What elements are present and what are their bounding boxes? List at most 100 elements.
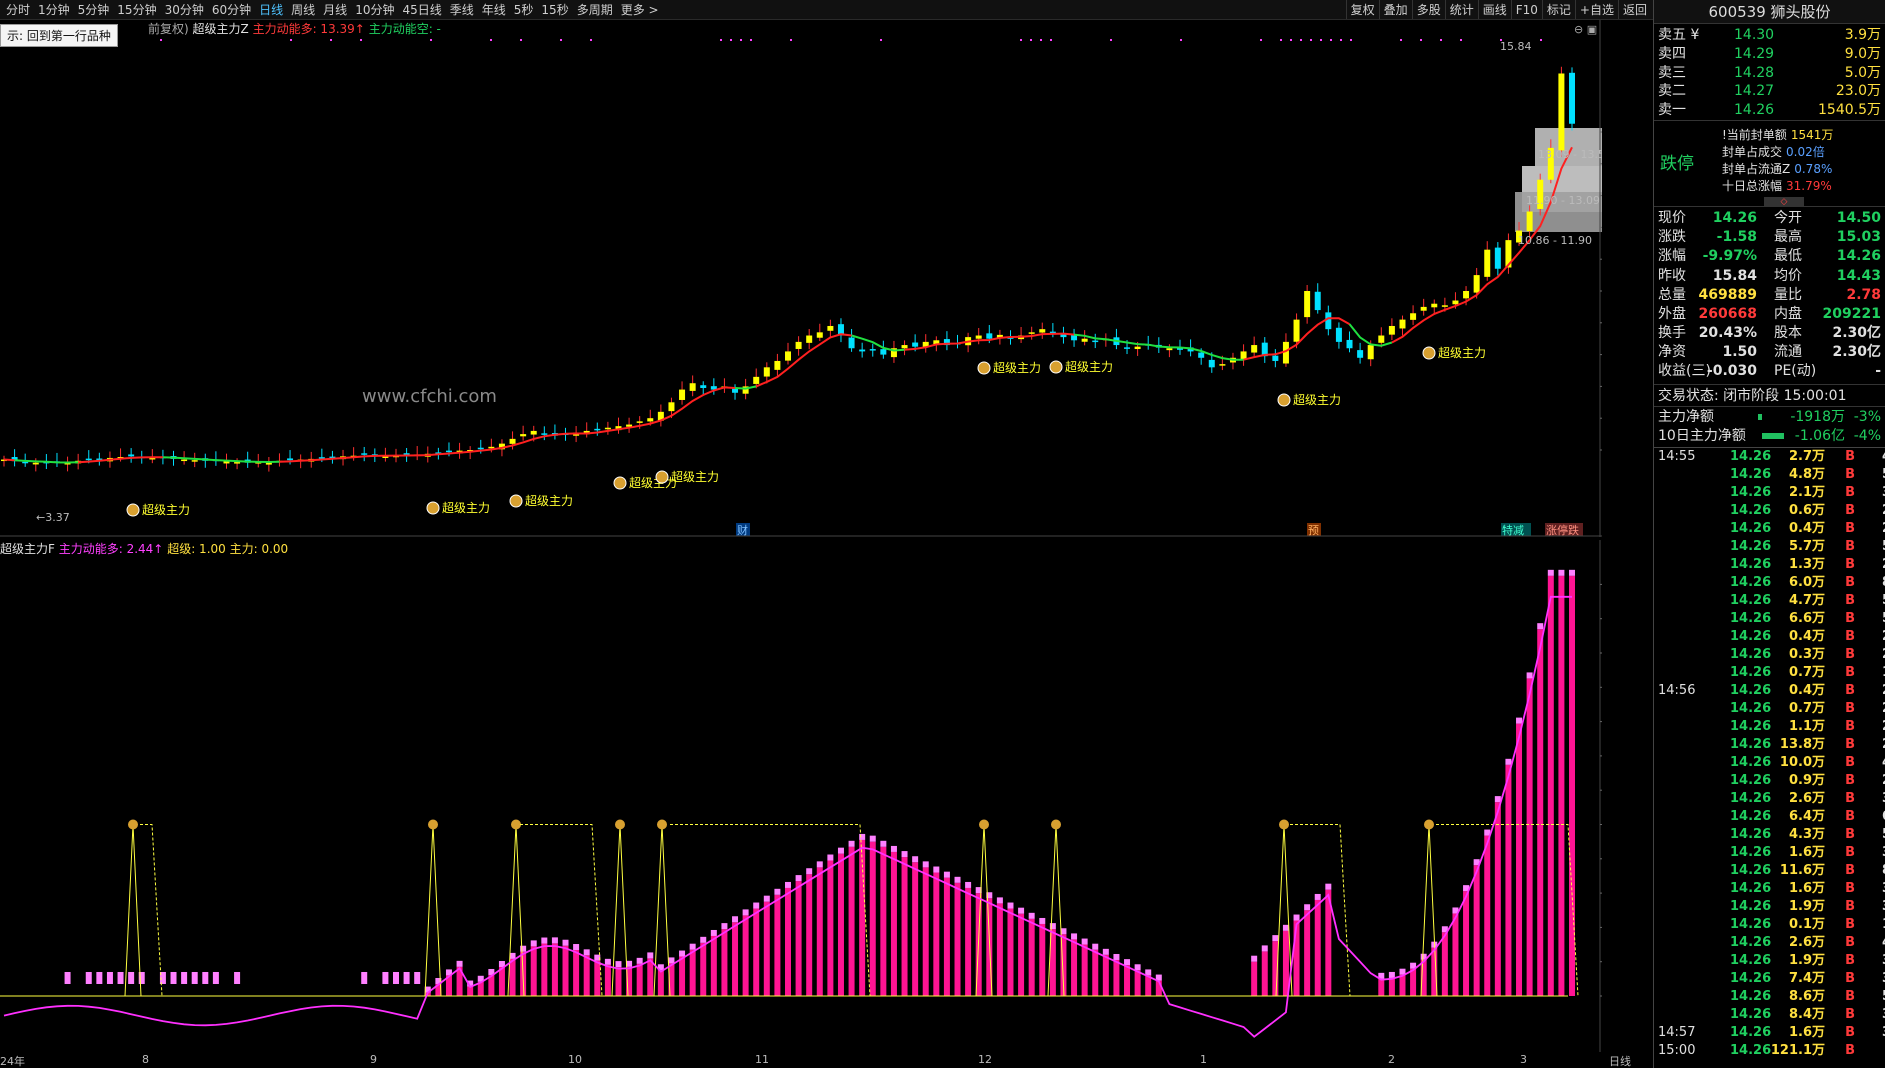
- momentum-bar[interactable]: [943, 877, 950, 996]
- tick-row[interactable]: 14.266.4万B6: [1658, 808, 1885, 826]
- candle[interactable]: [509, 438, 516, 444]
- candle[interactable]: [827, 325, 834, 331]
- candle[interactable]: [732, 388, 739, 393]
- period-tab[interactable]: 年线: [478, 0, 510, 19]
- candle[interactable]: [1314, 291, 1321, 311]
- momentum-bar[interactable]: [647, 958, 654, 996]
- momentum-bar[interactable]: [837, 853, 844, 996]
- period-tab[interactable]: 更多 >: [617, 0, 663, 19]
- candle[interactable]: [1198, 352, 1205, 358]
- candle[interactable]: [1441, 305, 1448, 307]
- stock-title[interactable]: 600539 狮头股份: [1654, 0, 1885, 24]
- candle[interactable]: [1367, 345, 1374, 360]
- tick-row[interactable]: 14.260.4万B2: [1658, 628, 1885, 646]
- indicator-name[interactable]: 超级主力F: [0, 542, 55, 556]
- tick-row[interactable]: 14.260.7万B2: [1658, 700, 1885, 718]
- tool-button[interactable]: F10: [1510, 0, 1542, 19]
- candle[interactable]: [880, 349, 887, 355]
- momentum-bar[interactable]: [530, 946, 537, 996]
- tick-row[interactable]: 14.260.3万B2: [1658, 646, 1885, 664]
- candle[interactable]: [1134, 346, 1141, 350]
- candle[interactable]: [679, 389, 686, 400]
- momentum-bar[interactable]: [657, 970, 664, 996]
- money-bag-icon[interactable]: [657, 819, 667, 830]
- tool-button[interactable]: +自选: [1574, 0, 1618, 19]
- momentum-bar[interactable]: [965, 887, 972, 996]
- momentum-bar[interactable]: [785, 887, 791, 996]
- tick-row[interactable]: 14.2611.6万B8: [1658, 862, 1885, 880]
- tick-row[interactable]: 14.266.0万B8: [1658, 574, 1885, 592]
- momentum-bar[interactable]: [1494, 802, 1501, 996]
- tick-row[interactable]: 14:5714.261.6万B3: [1658, 1024, 1885, 1042]
- candle[interactable]: [1081, 338, 1088, 342]
- price-chart[interactable]: 超级主力超级主力超级主力超级主力超级主力超级主力超级主力超级主力超级主力 14.…: [0, 20, 1602, 537]
- period-tab[interactable]: 60分钟: [208, 0, 255, 19]
- tick-row[interactable]: 15:00 14.26 121.1万 B: [1658, 1042, 1881, 1060]
- candle[interactable]: [1558, 73, 1565, 151]
- candle[interactable]: [1293, 319, 1300, 342]
- candle[interactable]: [986, 333, 993, 339]
- momentum-bar[interactable]: [890, 851, 897, 996]
- candle[interactable]: [700, 385, 707, 388]
- period-tab[interactable]: 5秒: [510, 0, 538, 19]
- candle[interactable]: [520, 434, 527, 437]
- momentum-bar[interactable]: [859, 839, 866, 996]
- momentum-bar[interactable]: [583, 955, 590, 996]
- candle[interactable]: [689, 383, 696, 391]
- momentum-bar[interactable]: [1537, 629, 1544, 996]
- momentum-bar[interactable]: [1134, 970, 1141, 996]
- period-tab[interactable]: 10分钟: [351, 0, 398, 19]
- momentum-bar[interactable]: [1547, 575, 1554, 996]
- momentum-bar[interactable]: [922, 867, 929, 996]
- momentum-bar[interactable]: [700, 942, 707, 996]
- candle[interactable]: [85, 458, 92, 461]
- momentum-bar[interactable]: [912, 862, 919, 996]
- momentum-bar[interactable]: [551, 943, 558, 996]
- tick-row[interactable]: 14.266.6万B5: [1658, 610, 1885, 628]
- event-tag-limit[interactable]: 涨停跌: [1546, 523, 1579, 537]
- period-tab[interactable]: 季线: [446, 0, 478, 19]
- tick-row[interactable]: 14.261.6万B3: [1658, 880, 1885, 898]
- tool-button[interactable]: 多股: [1411, 0, 1445, 19]
- tick-row[interactable]: 14.260.9万B2: [1658, 772, 1885, 790]
- candle[interactable]: [647, 418, 654, 422]
- candle[interactable]: [191, 460, 198, 462]
- candle[interactable]: [32, 462, 39, 465]
- tick-row[interactable]: 14:5514.262.7万B4: [1658, 448, 1885, 466]
- candle[interactable]: [1484, 249, 1491, 277]
- order-book-row[interactable]: 卖四 14.29 9.0万: [1658, 45, 1881, 64]
- momentum-bar[interactable]: [1473, 865, 1480, 996]
- tool-button[interactable]: 标记: [1541, 0, 1575, 19]
- momentum-bar[interactable]: [806, 874, 813, 996]
- momentum-bar[interactable]: [1145, 975, 1152, 996]
- candle[interactable]: [488, 446, 495, 449]
- tool-button[interactable]: 统计: [1444, 0, 1478, 19]
- momentum-bar[interactable]: [594, 960, 601, 996]
- candle[interactable]: [1208, 359, 1215, 368]
- indicator-chart[interactable]: 2.402.202.001.801.601.401.201.000.800.60…: [0, 540, 1602, 1052]
- candle[interactable]: [1378, 335, 1385, 343]
- candle[interactable]: [1431, 303, 1438, 308]
- candle[interactable]: [848, 337, 855, 349]
- tick-row[interactable]: 14.262.6万B3: [1658, 790, 1885, 808]
- momentum-bar[interactable]: [816, 867, 823, 996]
- momentum-bar[interactable]: [1526, 678, 1533, 996]
- tool-button[interactable]: 画线: [1477, 0, 1511, 19]
- candle[interactable]: [1124, 347, 1131, 349]
- candle[interactable]: [223, 461, 230, 464]
- candle[interactable]: [774, 360, 781, 370]
- momentum-bar[interactable]: [573, 950, 580, 996]
- candle[interactable]: [361, 453, 368, 455]
- expand-handle[interactable]: ◇: [1764, 196, 1804, 207]
- momentum-bar[interactable]: [901, 857, 908, 996]
- tick-row[interactable]: 14.260.1万B1: [1658, 916, 1885, 934]
- tick-list[interactable]: 14:5514.262.7万B414.264.8万B514.262.1万B314…: [1654, 448, 1885, 1060]
- candle[interactable]: [1251, 345, 1258, 353]
- money-bag-icon[interactable]: [509, 494, 523, 508]
- candle[interactable]: [1463, 291, 1470, 299]
- momentum-bar[interactable]: [1113, 959, 1120, 996]
- money-bag-icon[interactable]: [979, 819, 989, 830]
- adjust-label[interactable]: 前复权): [148, 22, 189, 36]
- money-bag-icon[interactable]: [128, 819, 138, 830]
- money-bag-icon[interactable]: [655, 470, 669, 484]
